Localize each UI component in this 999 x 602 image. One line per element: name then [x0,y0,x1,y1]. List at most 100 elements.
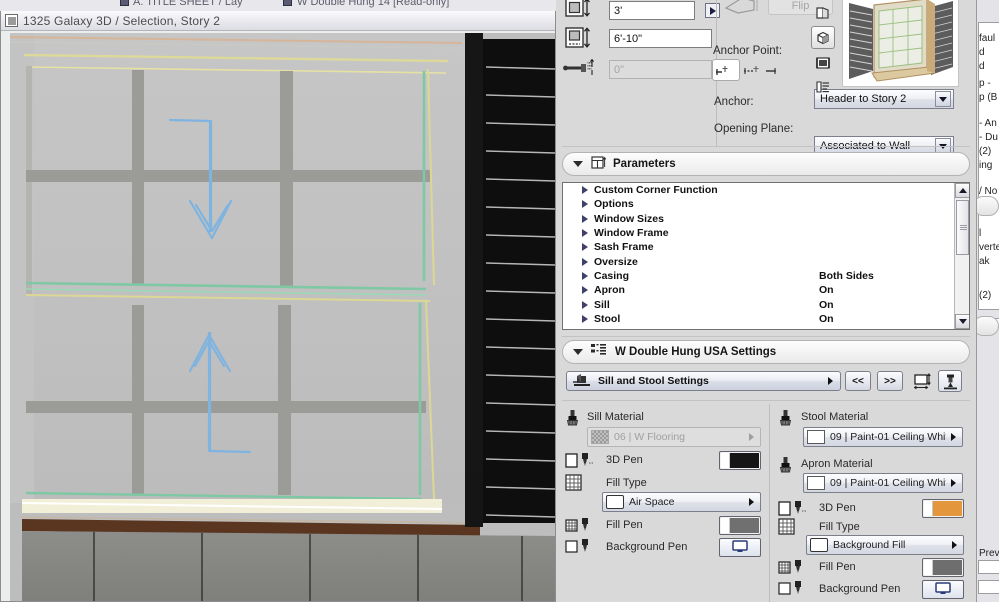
expand-triangle-icon[interactable] [582,200,588,209]
settings-page-selector[interactable]: Sill and Stool Settings [566,371,841,391]
width-spinner-button[interactable] [705,3,720,18]
scrollbar-thumb[interactable] [956,200,969,255]
viewport-titlebar[interactable]: 1325 Galaxy 3D / Selection, Story 2 [1,11,555,31]
opening-plane-label: Opening Plane: [714,123,794,135]
next-page-button[interactable]: >> [877,371,903,391]
clipped-text-line: ing [979,160,993,171]
parameter-name: Apron [594,284,625,297]
parameter-row[interactable]: Custom Corner Function [563,183,969,197]
sill-3d-pen-swatch[interactable] [719,451,761,470]
parameter-row[interactable]: Options [563,197,969,211]
parameters-list[interactable]: Custom Corner Function Options Window Size… [562,182,970,330]
clipped-field[interactable] [978,580,999,594]
parameter-name: Casing [594,269,630,282]
settings-page-label: Sill and Stool Settings [598,375,709,387]
sill-fill-type-dropdown[interactable]: Air Space [602,492,761,512]
parameter-value: Both Sides [819,269,874,282]
anchor-point-option-icons[interactable] [742,62,786,81]
stool-material-label: Stool Material [801,411,869,423]
3d-model-canvas[interactable] [10,33,555,601]
window-height-icon [565,26,591,55]
parameter-row[interactable]: Oversize [563,254,969,268]
expand-triangle-icon[interactable] [582,300,588,309]
eyedropper-icon[interactable] [938,370,962,392]
expand-triangle-icon[interactable] [582,314,588,323]
expand-triangle-icon[interactable] [582,257,588,266]
apron-material-swatch [807,476,825,490]
view-mode-section-icon[interactable] [811,52,835,74]
sill-background-pen-label: Background Pen [606,541,688,553]
pen-number-field [924,560,933,575]
clipped-tab[interactable] [977,316,999,336]
clipped-text-line: (2) [979,290,992,301]
sill-material-label: Sill Material [587,411,644,423]
expand-triangle-icon[interactable] [582,229,588,238]
clipped-text-line: (2) [979,146,992,157]
pen-color-swatch [933,560,962,575]
scroll-down-icon[interactable] [955,314,969,329]
view-mode-floorplan-icon[interactable] [811,2,835,24]
parameter-row[interactable]: Sash Frame [563,240,969,254]
stool-fill-type-dropdown[interactable]: Background Fill [806,535,964,555]
clipped-tab-label-1[interactable]: A. TITLE SHEET / Lay [133,0,243,8]
clipped-text-line: p - [979,78,991,89]
anchor-point-selector[interactable] [712,59,740,81]
clipped-tab[interactable] [977,196,999,216]
window-settings-dialog: Flip Anchor Point: Anchor: Header to Sto… [556,0,976,602]
background-pen-icon [565,538,595,557]
parameter-row[interactable]: Sill On [563,297,969,311]
sill-fill-type-swatch [606,495,624,509]
pen-icon [778,500,808,519]
chevron-right-icon [951,433,956,441]
stool-material-dropdown[interactable]: 09 | Paint-01 Ceiling White [803,427,963,447]
expand-triangle-icon[interactable] [582,271,588,280]
pen-number-field [924,501,933,516]
expand-triangle-icon[interactable] [582,243,588,252]
chevron-down-icon [573,349,583,355]
mirror-icon [724,0,764,19]
usa-settings-header-label: W Double Hung USA Settings [615,346,777,358]
parameters-scrollbar[interactable] [954,183,969,329]
parameter-name: Window Sizes [594,212,664,225]
expand-triangle-icon[interactable] [582,286,588,295]
parameter-value: On [819,312,834,325]
usa-settings-section-header[interactable]: W Double Hung USA Settings [562,340,970,364]
parameter-row[interactable]: Stool On [563,312,969,326]
anchor-value: Header to Story 2 [820,93,907,105]
parameters-section-header[interactable]: Parameters [562,152,970,176]
parameter-name: Sash Frame [594,241,654,254]
sill-fill-type-value: Air Space [629,496,675,508]
stool-fill-pen-swatch[interactable] [922,558,964,577]
clipped-field[interactable] [978,560,999,574]
fill-pen-icon [565,517,595,536]
window-width-input[interactable] [609,1,695,20]
stool-3d-pen-swatch[interactable] [922,499,964,518]
parameter-row[interactable]: Window Frame [563,226,969,240]
window-height-input[interactable] [609,29,712,48]
expand-triangle-icon[interactable] [582,214,588,223]
parameter-row[interactable]: Casing Both Sides [563,269,969,283]
apron-material-dropdown[interactable]: 09 | Paint-01 Ceiling White [803,473,963,493]
chevron-right-icon [749,498,754,506]
view-mode-3d-icon[interactable] [811,26,835,49]
parameter-row[interactable]: Window Sizes [563,212,969,226]
stool-fill-type-swatch [810,538,828,552]
scroll-up-icon[interactable] [955,183,969,198]
expand-triangle-icon[interactable] [582,186,588,195]
sill-fill-pen-label: Fill Pen [606,519,643,531]
hatch-icon [565,474,582,494]
anchor-dropdown[interactable]: Header to Story 2 [814,89,954,109]
clipped-tab-label-2[interactable]: W Double Hung 14 [Read-only] [297,0,449,8]
stool-background-pen-swatch[interactable] [922,580,964,599]
sill-fill-pen-swatch[interactable] [719,516,761,535]
transparent-monitor-icon [935,581,951,598]
clipped-text-line: - An [979,118,997,129]
view-mode-list-icon[interactable] [811,76,835,98]
chevron-right-icon [828,377,833,385]
settings-column-divider [769,404,770,602]
sill-background-pen-swatch[interactable] [719,538,761,557]
chevron-right-icon [952,541,957,549]
prev-page-button[interactable]: << [845,371,871,391]
resize-icon[interactable] [911,371,937,391]
parameter-row[interactable]: Apron On [563,283,969,297]
